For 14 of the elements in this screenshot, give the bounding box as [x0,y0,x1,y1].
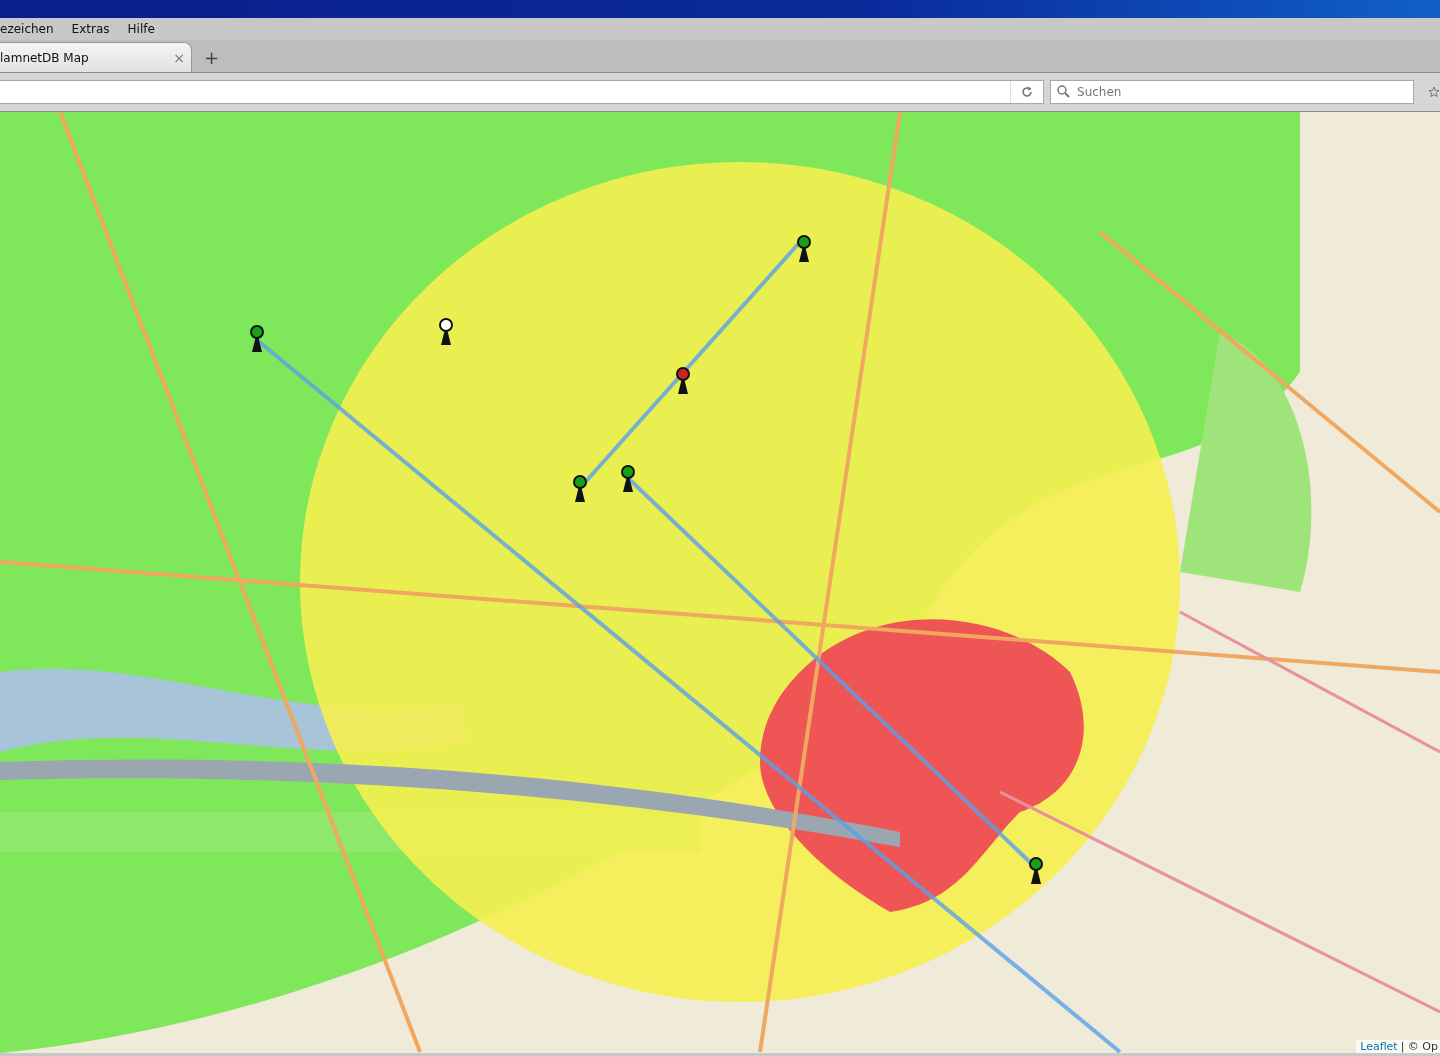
attribution-text: | © Op [1400,1040,1438,1053]
menu-item[interactable]: Hilfe [125,22,157,36]
close-icon[interactable]: × [173,49,185,66]
tab-title: lamnetDB Map [0,50,89,65]
reload-icon[interactable] [1021,86,1034,98]
leaflet-link[interactable]: Leaflet [1360,1040,1398,1053]
browser-tab[interactable]: lamnetDB Map × [0,42,192,72]
search-icon [1057,85,1071,98]
star-icon[interactable] [1428,86,1440,98]
search-field[interactable]: Suchen [1050,80,1415,104]
new-tab-button[interactable]: + [204,47,220,68]
menu-item[interactable]: Extras [69,22,112,36]
menu-item[interactable]: ezeichen [0,22,56,36]
address-field[interactable] [0,80,1045,104]
